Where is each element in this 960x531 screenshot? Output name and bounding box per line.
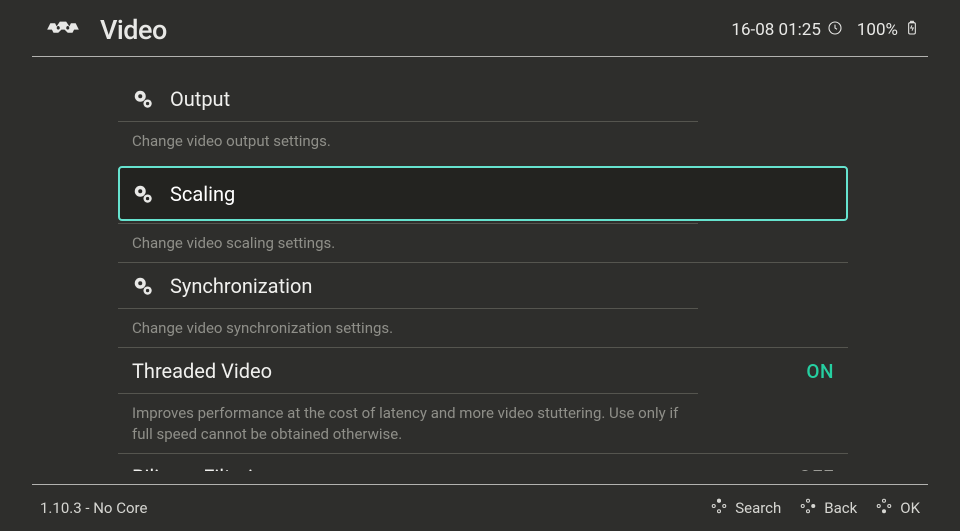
dpad-icon xyxy=(710,497,728,519)
status-text: 1.10.3 - No Core xyxy=(40,499,147,517)
gears-icon xyxy=(132,88,154,110)
footer: 1.10.3 - No Core Search Back OK xyxy=(0,485,960,531)
header: Video 16-08 01:25 100% xyxy=(0,0,960,56)
menu-item-value: OFF xyxy=(798,466,834,472)
battery-icon xyxy=(904,20,920,41)
gears-icon xyxy=(132,183,154,205)
menu-item-output[interactable]: Output xyxy=(118,76,848,121)
menu-item-label: Threaded Video xyxy=(132,359,272,383)
status-battery: 100% xyxy=(857,20,920,41)
retroarch-logo-icon xyxy=(44,18,82,42)
status-time: 16-08 01:25 xyxy=(731,20,842,41)
menu-item-bilinear-filtering[interactable]: Bilinear Filtering OFF xyxy=(118,453,848,471)
menu-item-description: Change video output settings. xyxy=(118,121,698,160)
header-separator xyxy=(32,56,928,57)
menu-item-description: Change video scaling settings. xyxy=(118,223,698,262)
dpad-icon xyxy=(799,497,817,519)
menu-item-description: Improves performance at the cost of late… xyxy=(118,393,698,453)
menu-item-label: Bilinear Filtering xyxy=(132,465,275,471)
hint-back: Back xyxy=(799,497,857,519)
dpad-icon xyxy=(875,497,893,519)
menu-item-description: Change video synchronization settings. xyxy=(118,308,698,347)
gears-icon xyxy=(132,275,154,297)
hint-ok: OK xyxy=(875,497,920,519)
clock-icon xyxy=(827,20,843,41)
hint-search: Search xyxy=(710,497,781,519)
menu-item-threaded-video[interactable]: Threaded Video ON xyxy=(118,347,848,393)
menu-item-label: Scaling xyxy=(170,182,235,206)
menu-item-synchronization[interactable]: Synchronization xyxy=(118,262,848,308)
page-title: Video xyxy=(100,14,167,46)
settings-list: Output Change video output settings. Sca… xyxy=(118,76,848,471)
menu-item-label: Output xyxy=(170,87,230,111)
menu-item-label: Synchronization xyxy=(170,274,312,298)
menu-item-value: ON xyxy=(806,360,834,383)
menu-item-scaling[interactable]: Scaling xyxy=(118,166,848,221)
